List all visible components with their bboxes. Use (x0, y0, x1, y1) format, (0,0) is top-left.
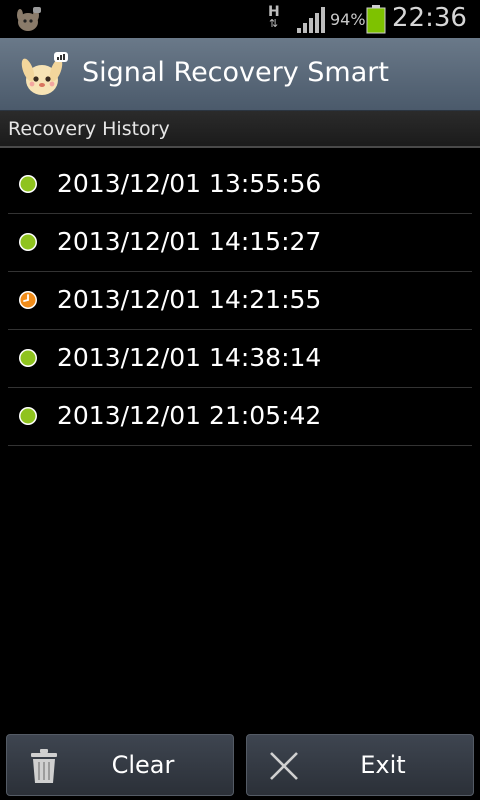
history-timestamp: 2013/12/01 13:55:56 (57, 169, 322, 198)
green-dot-icon (19, 175, 37, 193)
list-item[interactable]: 2013/12/01 14:15:27 (8, 214, 472, 272)
screen: H ⇅ 94% 22:36 Signal Recovery Smart Reco… (0, 0, 480, 800)
history-timestamp: 2013/12/01 21:05:42 (57, 401, 322, 430)
battery-percentage: 94% (330, 10, 366, 29)
exit-button-label: Exit (360, 751, 406, 779)
list-item[interactable]: 2013/12/01 13:55:56 (8, 156, 472, 214)
list-item[interactable]: 2013/12/01 14:38:14 (8, 330, 472, 388)
app-title-bar: Signal Recovery Smart (0, 38, 480, 111)
data-activity-icon: ⇅ (269, 17, 279, 30)
recovery-history-list: 2013/12/01 13:55:56 2013/12/01 14:15:27 … (8, 156, 472, 446)
signal-strength-icon (297, 7, 325, 33)
green-dot-icon (19, 407, 37, 425)
section-title: Recovery History (8, 118, 170, 140)
app-logo-icon (21, 52, 68, 95)
section-header: Recovery History (0, 111, 480, 148)
status-clock: 22:36 (392, 3, 467, 33)
app-title: Signal Recovery Smart (82, 57, 389, 88)
list-item[interactable]: 2013/12/01 21:05:42 (8, 388, 472, 446)
green-dot-icon (19, 233, 37, 251)
bottom-action-bar: Clear Exit (0, 728, 480, 800)
status-bar: H ⇅ 94% 22:36 (0, 0, 480, 38)
clear-button[interactable]: Clear (6, 734, 234, 796)
battery-icon (366, 5, 386, 34)
green-dot-icon (19, 349, 37, 367)
app-notification-icon (17, 7, 41, 31)
history-timestamp: 2013/12/01 14:21:55 (57, 285, 322, 314)
exit-button[interactable]: Exit (246, 734, 474, 796)
clear-button-label: Clear (111, 751, 175, 779)
history-timestamp: 2013/12/01 14:38:14 (57, 343, 322, 372)
network-type-indicator: H ⇅ (266, 4, 286, 34)
history-timestamp: 2013/12/01 14:15:27 (57, 227, 322, 256)
orange-clock-icon (19, 291, 37, 309)
list-item[interactable]: 2013/12/01 14:21:55 (8, 272, 472, 330)
